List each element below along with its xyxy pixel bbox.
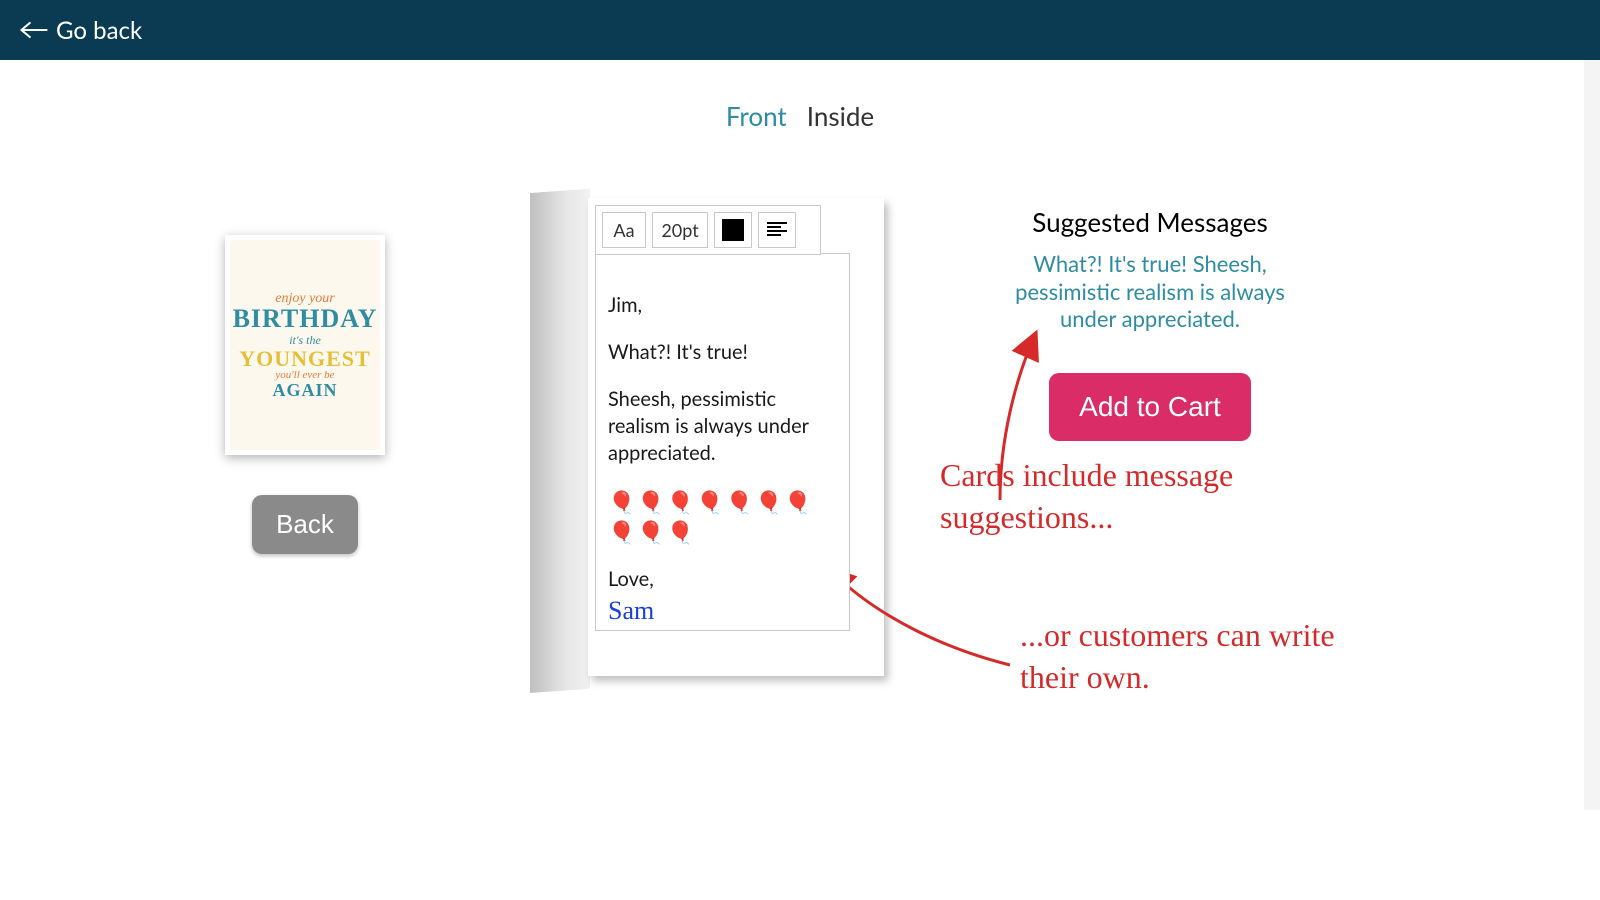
stage: Front Inside enjoy your BIRTHDAY it's th… [0, 60, 1600, 810]
msg-line2: Sheesh, pessimistic realism is always un… [608, 386, 837, 467]
msg-line1: What?! It's true! [608, 339, 837, 366]
align-left-icon [767, 222, 787, 238]
back-button[interactable]: Back [252, 495, 358, 554]
viewport: Front Inside enjoy your BIRTHDAY it's th… [0, 60, 1600, 900]
msg-greeting: Jim, [608, 292, 837, 319]
align-button[interactable] [758, 212, 796, 248]
font-size-button[interactable]: 20pt [652, 212, 708, 248]
arrow-left-icon [20, 19, 48, 41]
go-back-link[interactable]: Go back [20, 16, 142, 45]
add-to-cart-button[interactable]: Add to Cart [1049, 373, 1251, 441]
tabs: Front Inside [726, 100, 874, 132]
right-column: Suggested Messages What?! It's true! She… [990, 206, 1310, 441]
go-back-label: Go back [56, 16, 142, 45]
topbar: Go back [0, 0, 1600, 60]
tab-inside[interactable]: Inside [807, 100, 874, 132]
tab-front[interactable]: Front [726, 100, 787, 132]
scrollbar[interactable] [1584, 60, 1600, 810]
card-front-thumbnail[interactable]: enjoy your BIRTHDAY it's the YOUNGEST yo… [225, 235, 385, 455]
annotation-custom: ...or customers can write their own. [1020, 615, 1380, 698]
left-column: enjoy your BIRTHDAY it's the YOUNGEST yo… [220, 235, 390, 554]
msg-balloons: 🎈🎈🎈🎈🎈🎈🎈🎈🎈🎈 [608, 487, 837, 546]
font-picker-button[interactable]: Aa [602, 212, 646, 248]
thumb-line5: you'll ever be [275, 370, 334, 381]
suggested-message-text[interactable]: What?! It's true! Sheesh, pessimistic re… [990, 250, 1310, 333]
card-spine [530, 189, 590, 693]
text-toolbar: Aa 20pt [595, 205, 821, 255]
msg-signature: Sam [608, 593, 837, 628]
msg-closing: Love, [608, 566, 837, 593]
color-picker-button[interactable] [714, 212, 752, 248]
thumb-line3: it's the [289, 334, 321, 346]
card-text-editor[interactable]: Jim, What?! It's true! Sheesh, pessimist… [595, 253, 850, 631]
suggested-messages-title: Suggested Messages [990, 206, 1310, 238]
annotation-suggestions: Cards include message suggestions... [940, 455, 1360, 538]
color-swatch-icon [722, 219, 744, 241]
thumb-line4: YOUNGEST [239, 348, 370, 370]
thumb-line6: AGAIN [272, 381, 337, 399]
thumb-line2: BIRTHDAY [233, 306, 378, 332]
